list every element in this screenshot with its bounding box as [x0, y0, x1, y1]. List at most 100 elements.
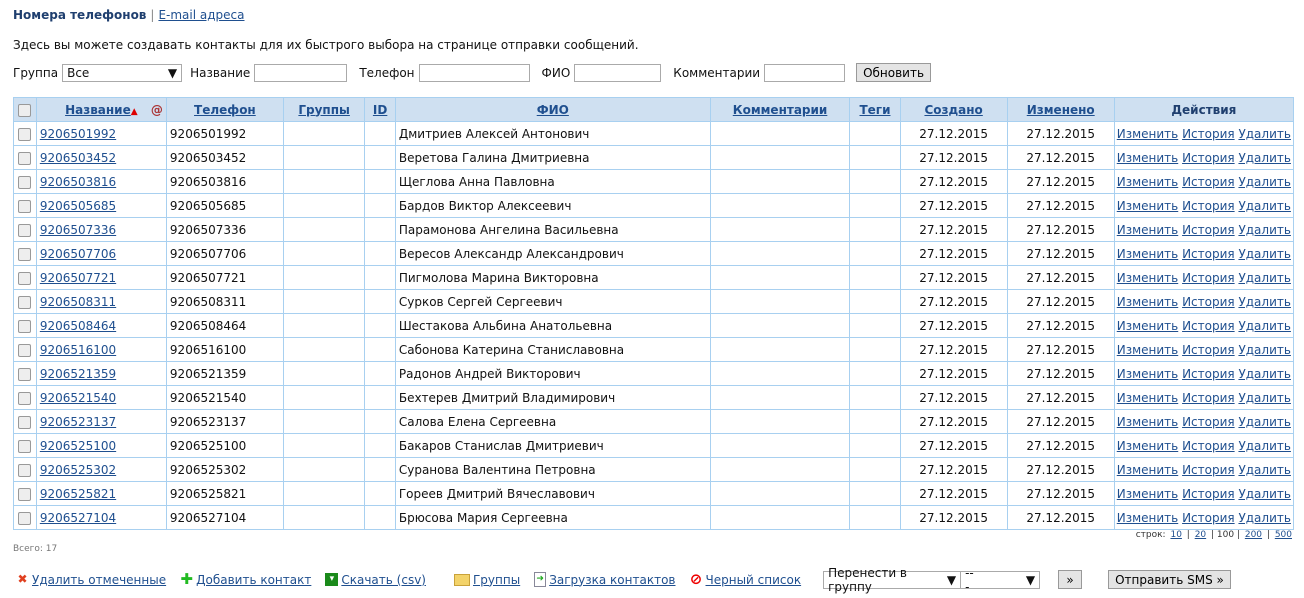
- sort-tags[interactable]: Теги: [859, 103, 890, 117]
- contact-name-link[interactable]: 9206507721: [40, 271, 116, 285]
- row-checkbox[interactable]: [18, 247, 32, 261]
- move-action-select[interactable]: Перенести в группу ▼: [823, 566, 961, 594]
- delete-link[interactable]: Удалить: [1238, 319, 1291, 333]
- history-link[interactable]: История: [1182, 367, 1235, 381]
- history-link[interactable]: История: [1182, 391, 1235, 405]
- delete-link[interactable]: Удалить: [1238, 415, 1291, 429]
- history-link[interactable]: История: [1182, 199, 1235, 213]
- delete-link[interactable]: Удалить: [1238, 247, 1291, 261]
- history-link[interactable]: История: [1182, 151, 1235, 165]
- edit-link[interactable]: Изменить: [1117, 487, 1179, 501]
- history-link[interactable]: История: [1182, 223, 1235, 237]
- edit-link[interactable]: Изменить: [1117, 343, 1179, 357]
- tab-emails[interactable]: E-mail адреса: [158, 8, 244, 22]
- phone-input[interactable]: [418, 63, 530, 82]
- edit-link[interactable]: Изменить: [1117, 175, 1179, 189]
- edit-link[interactable]: Изменить: [1117, 367, 1179, 381]
- edit-link[interactable]: Изменить: [1117, 319, 1179, 333]
- contact-name-link[interactable]: 9206508311: [40, 295, 116, 309]
- contact-name-link[interactable]: 9206503452: [40, 151, 116, 165]
- groups-link[interactable]: Группы: [473, 573, 520, 587]
- upload-contacts-link[interactable]: Загрузка контактов: [549, 573, 675, 587]
- delete-link[interactable]: Удалить: [1238, 295, 1291, 309]
- select-all-checkbox[interactable]: [18, 103, 32, 117]
- sort-created[interactable]: Создано: [924, 103, 982, 117]
- delete-link[interactable]: Удалить: [1238, 391, 1291, 405]
- sort-modified[interactable]: Изменено: [1027, 103, 1095, 117]
- history-link[interactable]: История: [1182, 487, 1235, 501]
- row-checkbox[interactable]: [18, 343, 32, 357]
- sort-groups[interactable]: Группы: [298, 103, 350, 117]
- history-link[interactable]: История: [1182, 127, 1235, 141]
- edit-link[interactable]: Изменить: [1117, 439, 1179, 453]
- delete-link[interactable]: Удалить: [1238, 271, 1291, 285]
- row-checkbox[interactable]: [18, 199, 32, 213]
- contact-name-link[interactable]: 9206527104: [40, 511, 116, 525]
- row-checkbox[interactable]: [18, 295, 32, 309]
- rows-option-10[interactable]: 10: [1170, 530, 1181, 540]
- edit-link[interactable]: Изменить: [1117, 295, 1179, 309]
- refresh-button[interactable]: Обновить: [856, 63, 932, 82]
- contact-name-link[interactable]: 9206507706: [40, 247, 116, 261]
- delete-link[interactable]: Удалить: [1238, 151, 1291, 165]
- download-csv-link[interactable]: Скачать (csv): [341, 573, 426, 587]
- row-checkbox[interactable]: [18, 127, 32, 141]
- edit-link[interactable]: Изменить: [1117, 223, 1179, 237]
- row-checkbox[interactable]: [18, 415, 32, 429]
- group-select[interactable]: Все ▼: [62, 63, 183, 82]
- add-contact-link[interactable]: Добавить контакт: [196, 573, 311, 587]
- row-checkbox[interactable]: [18, 151, 32, 165]
- row-checkbox[interactable]: [18, 511, 32, 525]
- edit-link[interactable]: Изменить: [1117, 151, 1179, 165]
- row-checkbox[interactable]: [18, 175, 32, 189]
- sort-name[interactable]: Название: [65, 103, 131, 117]
- edit-link[interactable]: Изменить: [1117, 127, 1179, 141]
- edit-link[interactable]: Изменить: [1117, 415, 1179, 429]
- row-checkbox[interactable]: [18, 487, 32, 501]
- contact-name-link[interactable]: 9206525100: [40, 439, 116, 453]
- edit-link[interactable]: Изменить: [1117, 247, 1179, 261]
- target-group-select[interactable]: --- ▼: [960, 566, 1041, 594]
- history-link[interactable]: История: [1182, 439, 1235, 453]
- delete-link[interactable]: Удалить: [1238, 127, 1291, 141]
- blacklist-link[interactable]: Черный список: [706, 573, 802, 587]
- history-link[interactable]: История: [1182, 511, 1235, 525]
- row-checkbox[interactable]: [18, 391, 32, 405]
- sort-fio[interactable]: ФИО: [537, 103, 569, 117]
- row-checkbox[interactable]: [18, 319, 32, 333]
- history-link[interactable]: История: [1182, 247, 1235, 261]
- contact-name-link[interactable]: 9206501992: [40, 127, 116, 141]
- fio-input[interactable]: [574, 63, 662, 82]
- history-link[interactable]: История: [1182, 415, 1235, 429]
- contact-name-link[interactable]: 9206503816: [40, 175, 116, 189]
- history-link[interactable]: История: [1182, 175, 1235, 189]
- history-link[interactable]: История: [1182, 343, 1235, 357]
- history-link[interactable]: История: [1182, 319, 1235, 333]
- row-checkbox[interactable]: [18, 439, 32, 453]
- edit-link[interactable]: Изменить: [1117, 271, 1179, 285]
- delete-link[interactable]: Удалить: [1238, 463, 1291, 477]
- delete-link[interactable]: Удалить: [1238, 487, 1291, 501]
- row-checkbox[interactable]: [18, 223, 32, 237]
- comment-input[interactable]: [764, 63, 846, 82]
- rows-option-500[interactable]: 500: [1275, 530, 1292, 540]
- delete-link[interactable]: Удалить: [1238, 343, 1291, 357]
- contact-name-link[interactable]: 9206525302: [40, 463, 116, 477]
- delete-link[interactable]: Удалить: [1238, 199, 1291, 213]
- edit-link[interactable]: Изменить: [1117, 391, 1179, 405]
- sort-comments[interactable]: Комментарии: [733, 103, 828, 117]
- contact-name-link[interactable]: 9206521359: [40, 367, 116, 381]
- delete-link[interactable]: Удалить: [1238, 367, 1291, 381]
- delete-link[interactable]: Удалить: [1238, 511, 1291, 525]
- edit-link[interactable]: Изменить: [1117, 199, 1179, 213]
- rows-option-200[interactable]: 200: [1245, 530, 1262, 540]
- edit-link[interactable]: Изменить: [1117, 511, 1179, 525]
- delete-link[interactable]: Удалить: [1238, 175, 1291, 189]
- contact-name-link[interactable]: 9206507336: [40, 223, 116, 237]
- contact-name-link[interactable]: 9206516100: [40, 343, 116, 357]
- rows-option-20[interactable]: 20: [1195, 530, 1206, 540]
- contact-name-link[interactable]: 9206505685: [40, 199, 116, 213]
- name-input[interactable]: [254, 63, 348, 82]
- edit-link[interactable]: Изменить: [1117, 463, 1179, 477]
- history-link[interactable]: История: [1182, 295, 1235, 309]
